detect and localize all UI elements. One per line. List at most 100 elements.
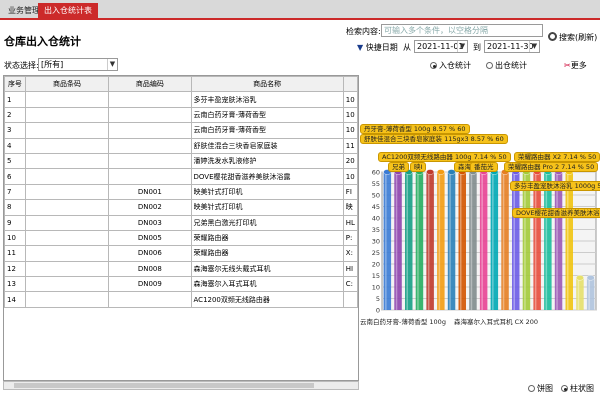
cell-barcode bbox=[24, 137, 110, 154]
cell-code: DN008 bbox=[108, 260, 192, 278]
cell-no: 3 bbox=[4, 122, 26, 139]
col-header-code[interactable]: 商品编码 bbox=[108, 76, 192, 93]
table-row[interactable]: 10 DN005 荣耀路由器 P: bbox=[4, 229, 358, 247]
y-tick-label: 50 bbox=[372, 192, 380, 200]
table-row[interactable]: 2 云南白药牙膏-薄荷香型 10 bbox=[4, 106, 358, 124]
cell-barcode bbox=[24, 260, 110, 278]
y-tick-label: 30 bbox=[372, 238, 380, 246]
cell-code: DN006 bbox=[108, 245, 192, 262]
stats-table: 序号 商品条码 商品编码 商品名称 1 多芬丰盈宠肤沐浴乳 10 2 云南白药牙膏-薄荷… bbox=[4, 76, 358, 308]
chart-tooltip: 兄弟 bbox=[388, 162, 409, 172]
table-row[interactable]: 5 潘婷洗发水乳液修护 20 bbox=[4, 152, 358, 170]
cell-name: 兄弟黑白激光打印机 bbox=[190, 214, 344, 231]
bar bbox=[512, 172, 520, 310]
bar-highlight bbox=[577, 277, 580, 310]
tab-stats[interactable]: 出入仓统计表 bbox=[38, 3, 98, 19]
bar-highlight bbox=[502, 172, 505, 310]
table-row[interactable]: 12 DN008 森海塞尔无线头戴式耳机 HI bbox=[4, 260, 358, 278]
cell-no: 9 bbox=[4, 214, 26, 231]
radio-in[interactable]: 入仓统计 bbox=[430, 60, 471, 71]
date-to-field[interactable]: 2021-11-30 ▼ bbox=[484, 40, 540, 53]
bar-cap bbox=[586, 275, 595, 281]
y-tick-label: 40 bbox=[372, 215, 380, 223]
cell-extra bbox=[342, 291, 358, 308]
table-row[interactable]: 13 DN009 森海塞尔入耳式耳机 C: bbox=[4, 276, 358, 293]
search-input[interactable]: 可输入多个条件，以空格分隔 bbox=[381, 24, 543, 37]
col-header-name[interactable]: 商品名称 bbox=[190, 76, 344, 93]
more-button[interactable]: ✂更多 bbox=[564, 60, 587, 71]
cell-no: 4 bbox=[4, 137, 26, 154]
cell-code bbox=[108, 106, 192, 124]
cell-extra: 20 bbox=[342, 152, 358, 170]
bar-highlight bbox=[534, 172, 537, 310]
radio-bar[interactable]: 柱状图 bbox=[561, 383, 594, 394]
col-header-extra[interactable] bbox=[342, 76, 358, 93]
chart-tooltip: 荣耀路由器 X2 7.14 % 50 bbox=[514, 152, 600, 162]
col-header-no[interactable]: 序号 bbox=[4, 76, 26, 93]
cell-extra: 10 bbox=[342, 168, 358, 185]
bar-chart: 60 55 50 45 40 35 30 25 20 15 10 5 0 云南白药牙膏-薄荷香型 100g… bbox=[360, 110, 600, 332]
radio-out[interactable]: 出仓统计 bbox=[486, 60, 527, 71]
date-to-label: 到 bbox=[473, 43, 481, 52]
bar bbox=[490, 172, 499, 310]
cell-extra: HL bbox=[342, 214, 358, 231]
search-button[interactable]: 搜索(刷新) bbox=[548, 32, 597, 44]
chevron-down-icon[interactable]: ▼ bbox=[107, 59, 117, 70]
table-row[interactable]: 4 舒肤佳混合三块香皂家庭装 11 bbox=[4, 137, 358, 154]
bar-highlight bbox=[449, 172, 451, 310]
x-label: 云南白药牙膏-薄荷香型 100g bbox=[360, 317, 446, 326]
cell-code: DN002 bbox=[108, 199, 192, 216]
table-row[interactable]: 9 DN003 兄弟黑白激光打印机 HL bbox=[4, 214, 358, 231]
cell-barcode bbox=[24, 152, 110, 170]
table-row[interactable]: 14 AC1200双频无线路由器 bbox=[4, 291, 358, 308]
chevron-down-icon[interactable]: ▼ bbox=[529, 41, 539, 52]
horizontal-scrollbar[interactable] bbox=[3, 381, 359, 390]
date-from-field[interactable]: 2021-11-01 ▼ bbox=[414, 40, 468, 53]
bar-highlight bbox=[406, 172, 409, 310]
cell-no: 7 bbox=[4, 183, 26, 201]
cell-no: 11 bbox=[4, 245, 26, 262]
table-row[interactable]: 3 云南白药牙膏-薄荷香型 10 bbox=[4, 122, 358, 139]
cell-no: 12 bbox=[4, 260, 26, 278]
cell-barcode bbox=[24, 199, 110, 216]
cell-no: 1 bbox=[4, 91, 26, 108]
date-from-label: 从 bbox=[403, 43, 411, 52]
quick-date[interactable]: ▼ 快捷日期 bbox=[357, 42, 398, 53]
radio-icon bbox=[561, 385, 568, 392]
y-tick-label: 10 bbox=[372, 284, 380, 292]
y-tick-label: 0 bbox=[376, 307, 380, 315]
bar bbox=[447, 172, 456, 310]
table-row[interactable]: 8 DN002 映美针式打印机映 bbox=[4, 199, 358, 216]
table-header-row: 序号 商品条码 商品编码 商品名称 bbox=[4, 76, 358, 93]
bar-highlight bbox=[438, 172, 441, 310]
cell-code bbox=[108, 152, 192, 170]
tab-bar: 业务管理 出入仓统计表 bbox=[0, 0, 600, 20]
chevron-down-icon[interactable]: ▼ bbox=[457, 41, 467, 52]
scrollbar-thumb[interactable] bbox=[14, 383, 314, 388]
y-tick-label: 20 bbox=[372, 261, 380, 269]
table-row[interactable]: 7 DN001 映美针式打印机 FI bbox=[4, 183, 358, 201]
cell-barcode bbox=[24, 168, 110, 185]
status-select[interactable]: [所有] ▼ bbox=[38, 58, 118, 71]
table-row[interactable]: 1 多芬丰盈宠肤沐浴乳 10 bbox=[4, 91, 358, 108]
radio-pie[interactable]: 饼图 bbox=[528, 383, 553, 394]
bar-highlight bbox=[481, 172, 483, 310]
bar bbox=[479, 172, 488, 310]
bar bbox=[544, 172, 552, 310]
cell-name: AC1200双频无线路由器 bbox=[190, 291, 344, 308]
table-row[interactable]: 6 DOVE樱花甜香滋养美肤沐浴露 10 bbox=[4, 168, 358, 185]
bar bbox=[458, 172, 466, 310]
cell-no: 13 bbox=[4, 276, 26, 293]
chart-tooltip: 映I bbox=[410, 162, 427, 172]
bar bbox=[383, 172, 392, 310]
table-row[interactable]: 11 DN006 荣耀路由器 X: bbox=[4, 245, 358, 262]
cell-name: 云南白药牙膏-薄荷香型 bbox=[190, 122, 344, 139]
chart-tooltip: 荣耀路由器 Pro 2 7.14 % 50 bbox=[504, 162, 599, 172]
radio-icon bbox=[486, 62, 493, 69]
bar-cap bbox=[436, 169, 445, 175]
bar bbox=[394, 172, 402, 310]
col-header-barcode[interactable]: 商品条码 bbox=[24, 76, 110, 93]
bar-cap bbox=[576, 275, 584, 281]
tools-icon: ✂ bbox=[564, 61, 571, 70]
bar-highlight bbox=[588, 277, 590, 310]
